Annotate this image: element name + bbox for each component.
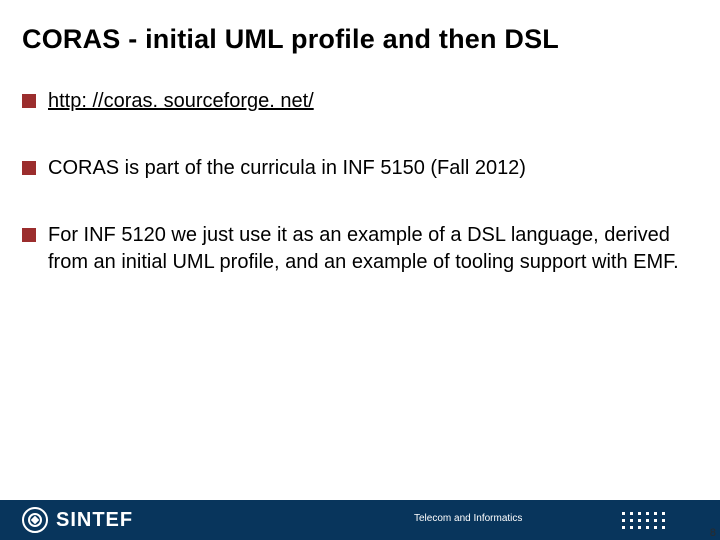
footer-label: Telecom and Informatics xyxy=(414,513,522,524)
coras-link[interactable]: http: //coras. sourceforge. net/ xyxy=(48,88,314,115)
bullet-icon xyxy=(22,161,36,175)
page-number: 8 xyxy=(710,527,716,539)
logo-mark-icon xyxy=(22,507,48,533)
slide-title: CORAS - initial UML profile and then DSL xyxy=(22,24,559,55)
logo-text: SINTEF xyxy=(56,509,133,532)
item-text: CORAS is part of the curricula in INF 51… xyxy=(48,155,526,182)
slide-body: http: //coras. sourceforge. net/ CORAS i… xyxy=(22,88,690,316)
list-item: For INF 5120 we just use it as an exampl… xyxy=(22,222,690,276)
list-item: http: //coras. sourceforge. net/ xyxy=(22,88,690,115)
dot-grid-icon xyxy=(622,512,665,529)
sintef-logo: SINTEF xyxy=(22,507,133,533)
bullet-icon xyxy=(22,228,36,242)
list-item: CORAS is part of the curricula in INF 51… xyxy=(22,155,690,182)
slide: CORAS - initial UML profile and then DSL… xyxy=(0,0,720,540)
footer-bar: SINTEF Telecom and Informatics xyxy=(0,500,720,540)
bullet-icon xyxy=(22,94,36,108)
item-text: For INF 5120 we just use it as an exampl… xyxy=(48,222,690,276)
